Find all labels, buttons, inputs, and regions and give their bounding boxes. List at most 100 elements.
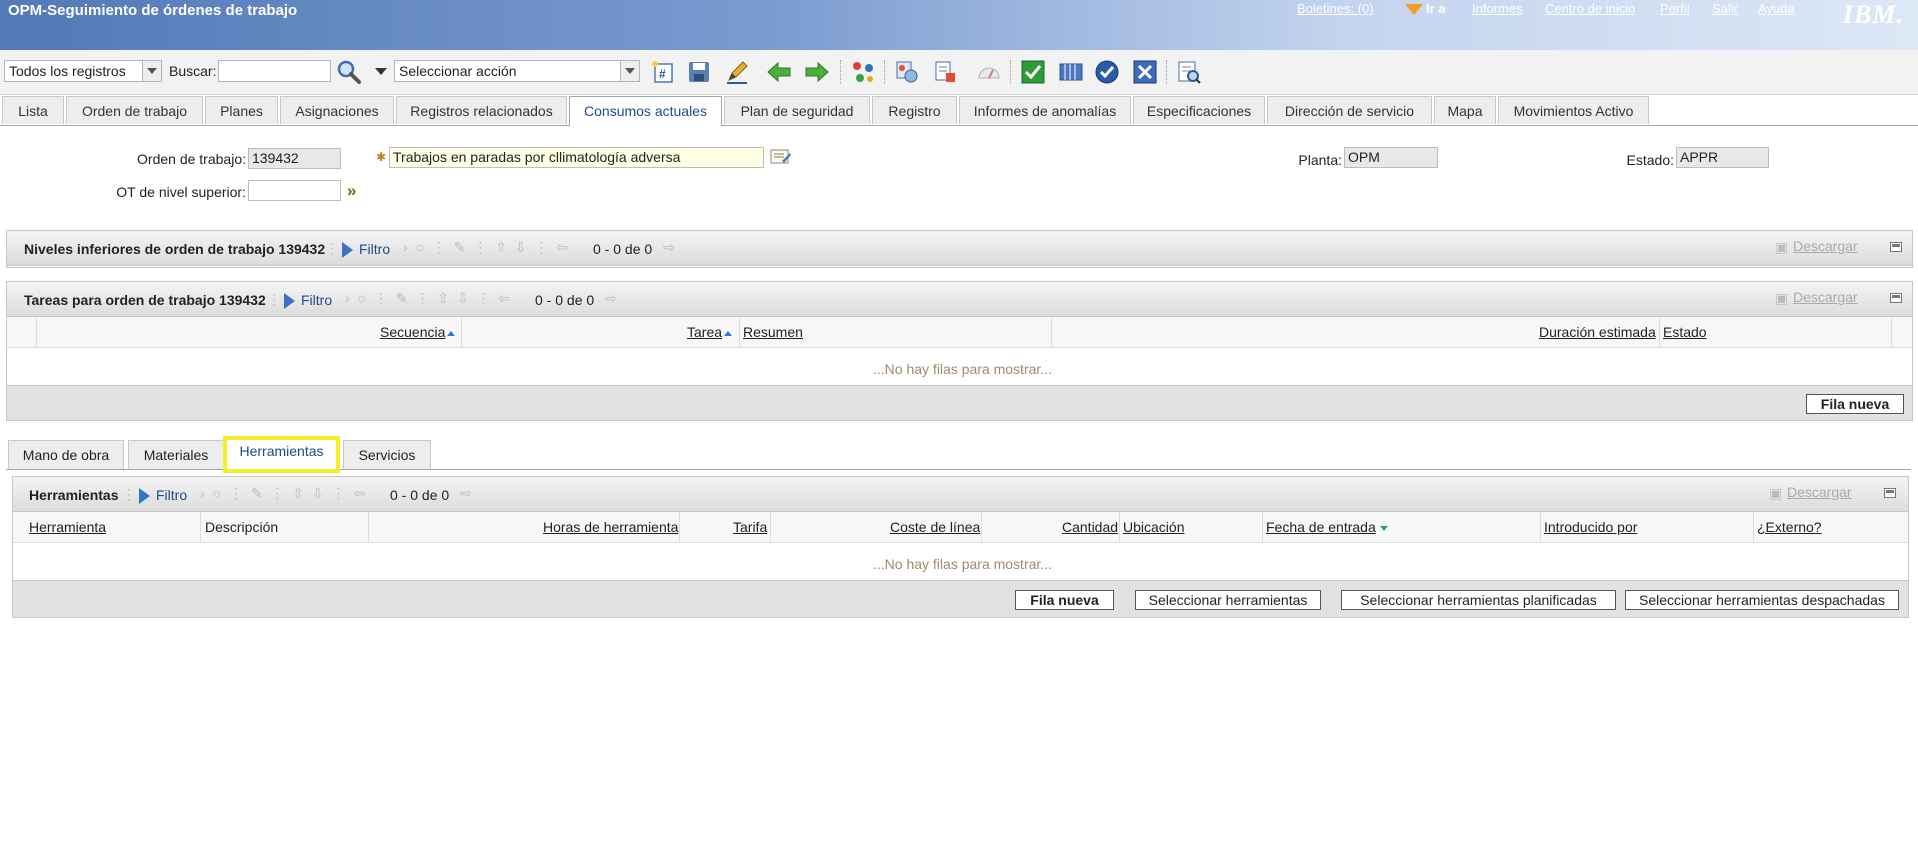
tab-asignaciones[interactable]: Asignaciones: [280, 96, 394, 124]
new-record-icon[interactable]: #: [648, 57, 678, 87]
column-divider: [1262, 512, 1263, 542]
column-divider: [1891, 317, 1892, 347]
filter-label: Filtro: [301, 292, 333, 308]
bulletins-link[interactable]: Boletines: (0): [1297, 1, 1374, 16]
new-row-button[interactable]: Fila nueva: [1806, 394, 1904, 414]
tareas-footer: Fila nueva: [7, 385, 1912, 420]
col-tarea[interactable]: Tarea: [687, 324, 733, 340]
col-estado[interactable]: Estado: [1663, 324, 1707, 340]
profile-link[interactable]: Perfil: [1660, 1, 1690, 16]
chevron-down-icon: [142, 61, 161, 81]
validate-check-icon[interactable]: [1092, 57, 1122, 87]
col-horas-de-herramienta[interactable]: Horas de herramienta: [543, 519, 678, 535]
herramientas-toolbar: Herramientas ⋮ Filtro › ○ ⋮ ✎ ⋮ ⇧ ⇩ ⋮ ⇦ …: [13, 477, 1908, 512]
filter-toggle[interactable]: Filtro: [284, 292, 333, 310]
ibm-logo: IBM.: [1842, 0, 1904, 29]
col-ubicacion[interactable]: Ubicación: [1123, 519, 1184, 535]
orden-field[interactable]: 139432: [248, 148, 341, 169]
tareas-toolbar: Tareas para orden de trabajo 139432 ⋮ Fi…: [7, 282, 1912, 317]
view-details-icon[interactable]: [1174, 57, 1204, 87]
estado-field[interactable]: APPR: [1676, 147, 1769, 168]
col-herramienta[interactable]: Herramienta: [29, 519, 106, 535]
tab-direccion-de-servicio[interactable]: Dirección de servicio: [1267, 96, 1432, 124]
download-link[interactable]: Descargar: [1793, 289, 1858, 305]
go-to-menu[interactable]: Ir a: [1405, 1, 1446, 16]
orden-label: Orden de trabajo:: [137, 151, 246, 167]
cancel-close-icon[interactable]: [1130, 57, 1160, 87]
col-coste-de-linea[interactable]: Coste de línea: [890, 519, 980, 535]
tab-consumos-actuales[interactable]: Consumos actuales: [569, 96, 722, 126]
select-tools-button[interactable]: Seleccionar herramientas: [1135, 590, 1321, 610]
save-icon[interactable]: [684, 57, 714, 87]
go-to-icon: [1405, 4, 1423, 16]
tab-planes[interactable]: Planes: [205, 96, 278, 124]
previous-arrow-icon[interactable]: [764, 57, 794, 87]
col-resumen[interactable]: Resumen: [743, 324, 803, 340]
column-divider: [368, 512, 369, 542]
detail-menu-icon[interactable]: »: [347, 181, 356, 201]
herramientas-count: 0 - 0 de 0: [390, 487, 450, 503]
tab-informes-de-anomalias[interactable]: Informes de anomalías: [959, 96, 1131, 124]
subtab-herramientas[interactable]: Herramientas: [223, 436, 340, 473]
maximize-icon[interactable]: [1890, 242, 1902, 252]
minimize-icon[interactable]: [1890, 293, 1902, 303]
report-icon[interactable]: [930, 57, 960, 87]
tab-especificaciones[interactable]: Especificaciones: [1133, 96, 1265, 124]
workflow-icon[interactable]: [848, 57, 878, 87]
column-divider: [679, 512, 680, 542]
col-duracion-estimada[interactable]: Duración estimada: [1539, 324, 1656, 340]
tab-movimientos-activo[interactable]: Movimientos Activo: [1498, 96, 1649, 124]
download-link[interactable]: Descargar: [1787, 484, 1852, 500]
tab-registros-relacionados[interactable]: Registros relacionados: [396, 96, 567, 124]
description-field[interactable]: Trabajos en paradas por cllimatología ad…: [389, 147, 764, 168]
reports-link[interactable]: Informes: [1472, 1, 1523, 16]
minimize-icon[interactable]: [1884, 488, 1896, 498]
play-filter-icon: [139, 488, 150, 505]
col-externo[interactable]: ¿Externo?: [1757, 519, 1822, 535]
col-secuencia[interactable]: Secuencia: [380, 324, 456, 340]
col-descripcion: Descripción: [205, 519, 279, 535]
sort-asc-icon: [724, 330, 733, 336]
col-fecha-de-entrada[interactable]: Fecha de entrada: [1266, 519, 1388, 535]
signout-link[interactable]: Salir: [1712, 1, 1738, 16]
subtab-mano-de-obra[interactable]: Mano de obra: [8, 440, 124, 469]
col-cantidad[interactable]: Cantidad: [1062, 519, 1118, 535]
action-select[interactable]: Seleccionar acción: [394, 60, 640, 82]
query-select[interactable]: Todos los registros: [4, 60, 162, 82]
niveles-count: 0 - 0 de 0: [593, 241, 653, 257]
download-link[interactable]: Descargar: [1793, 238, 1858, 254]
route-workflow-icon[interactable]: [892, 57, 922, 87]
select-dispatched-tools-button[interactable]: Seleccionar herramientas despachadas: [1625, 590, 1899, 610]
planta-field[interactable]: OPM: [1344, 147, 1438, 168]
col-introducido-por[interactable]: Introducido por: [1544, 519, 1637, 535]
meter-icon[interactable]: [974, 57, 1004, 87]
tab-registro[interactable]: Registro: [872, 96, 957, 124]
divider-dots: ⋮: [122, 486, 138, 502]
next-arrow-icon[interactable]: [802, 57, 832, 87]
ot-superior-field[interactable]: [248, 180, 341, 201]
search-input[interactable]: [218, 60, 331, 82]
tab-orden-de-trabajo[interactable]: Orden de trabajo: [66, 96, 203, 124]
tab-lista[interactable]: Lista: [2, 96, 64, 124]
help-link[interactable]: Ayuda: [1758, 1, 1795, 16]
checkbox-approve-icon[interactable]: [1018, 57, 1048, 87]
select-planned-tools-button[interactable]: Seleccionar herramientas planificadas: [1341, 590, 1616, 610]
tab-plan-de-seguridad[interactable]: Plan de seguridad: [724, 96, 870, 124]
filter-toggle[interactable]: Filtro: [139, 487, 187, 505]
tab-mapa[interactable]: Mapa: [1434, 96, 1496, 124]
toolbar-separator: [884, 60, 886, 84]
new-row-button[interactable]: Fila nueva: [1015, 590, 1114, 610]
search-icon[interactable]: [334, 57, 364, 87]
col-tarifa[interactable]: Tarifa: [733, 519, 767, 535]
table-grid-icon[interactable]: [1056, 57, 1086, 87]
edit-pencil-icon[interactable]: [722, 57, 752, 87]
toolbar-separator: [1166, 60, 1168, 84]
filter-toggle[interactable]: Filtro: [342, 241, 390, 259]
herramientas-footer: Fila nueva Seleccionar herramientas Sele…: [13, 580, 1908, 617]
disabled-toolbar-icons: › ○ ⋮ ✎ ⋮ ⇧ ⇩ ⋮ ⇦: [200, 485, 368, 501]
long-description-icon[interactable]: [770, 148, 792, 171]
sort-asc-icon: [447, 330, 456, 336]
subtab-servicios[interactable]: Servicios: [343, 440, 431, 469]
subtab-materiales[interactable]: Materiales: [128, 440, 224, 469]
start-center-link[interactable]: Centro de inicio: [1545, 1, 1635, 16]
